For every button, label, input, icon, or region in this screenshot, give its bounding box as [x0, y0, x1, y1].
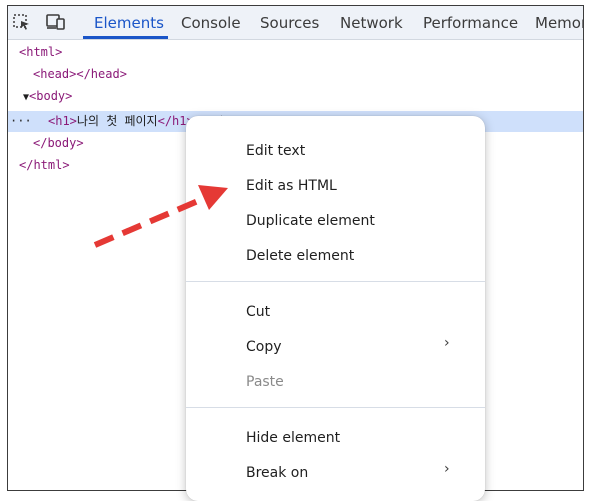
- menu-item-edit-as-html[interactable]: Edit as HTML: [246, 176, 337, 196]
- head-tag: <head></head>: [33, 67, 127, 81]
- tab-console[interactable]: Console: [181, 14, 241, 32]
- copy-submenu-chevron-icon: ›: [444, 335, 450, 351]
- menu-separator: [186, 407, 485, 408]
- tab-network[interactable]: Network: [340, 14, 403, 32]
- menu-item-break-on[interactable]: Break on: [246, 463, 308, 483]
- menu-item-paste: Paste: [246, 374, 284, 390]
- tab-elements[interactable]: Elements: [94, 14, 164, 32]
- tab-sources[interactable]: Sources: [260, 14, 319, 32]
- break-on-submenu-chevron-icon: ›: [444, 461, 450, 477]
- devtools-toolbar: Elements Console Sources Network Perform…: [8, 6, 583, 40]
- dom-node-body-open[interactable]: ▼<body>: [23, 86, 72, 107]
- menu-item-copy[interactable]: Copy: [246, 337, 282, 357]
- device-toolbar-icon[interactable]: [46, 13, 66, 31]
- menu-item-hide-element[interactable]: Hide element: [246, 428, 340, 448]
- dom-node-html-open[interactable]: <html>: [19, 42, 62, 63]
- h1-text: 나의 첫 페이지: [76, 114, 158, 128]
- tab-performance[interactable]: Performance: [423, 14, 518, 32]
- menu-item-edit-text[interactable]: Edit text: [246, 141, 305, 161]
- h1-open-tag: <h1>: [48, 114, 77, 128]
- more-options-icon[interactable]: ···: [10, 111, 32, 132]
- menu-item-duplicate-element[interactable]: Duplicate element: [246, 211, 375, 231]
- inspect-element-icon[interactable]: [12, 13, 32, 31]
- tab-memory[interactable]: Memory: [535, 14, 583, 32]
- html-close-tag: </html>: [19, 158, 70, 172]
- body-close-tag: </body>: [33, 136, 84, 150]
- dom-node-body-close[interactable]: </body>: [33, 133, 84, 154]
- menu-item-delete-element[interactable]: Delete element: [246, 246, 354, 266]
- html-open-tag: <html>: [19, 45, 63, 59]
- active-tab-indicator: [83, 36, 168, 39]
- dom-node-html-close[interactable]: </html>: [19, 155, 70, 176]
- body-open-tag: <body>: [29, 89, 73, 103]
- menu-item-cut[interactable]: Cut: [246, 302, 270, 322]
- dom-node-head[interactable]: <head></head>: [33, 64, 127, 85]
- context-menu: Edit text Edit as HTML Duplicate element…: [186, 116, 485, 501]
- menu-separator: [186, 281, 485, 282]
